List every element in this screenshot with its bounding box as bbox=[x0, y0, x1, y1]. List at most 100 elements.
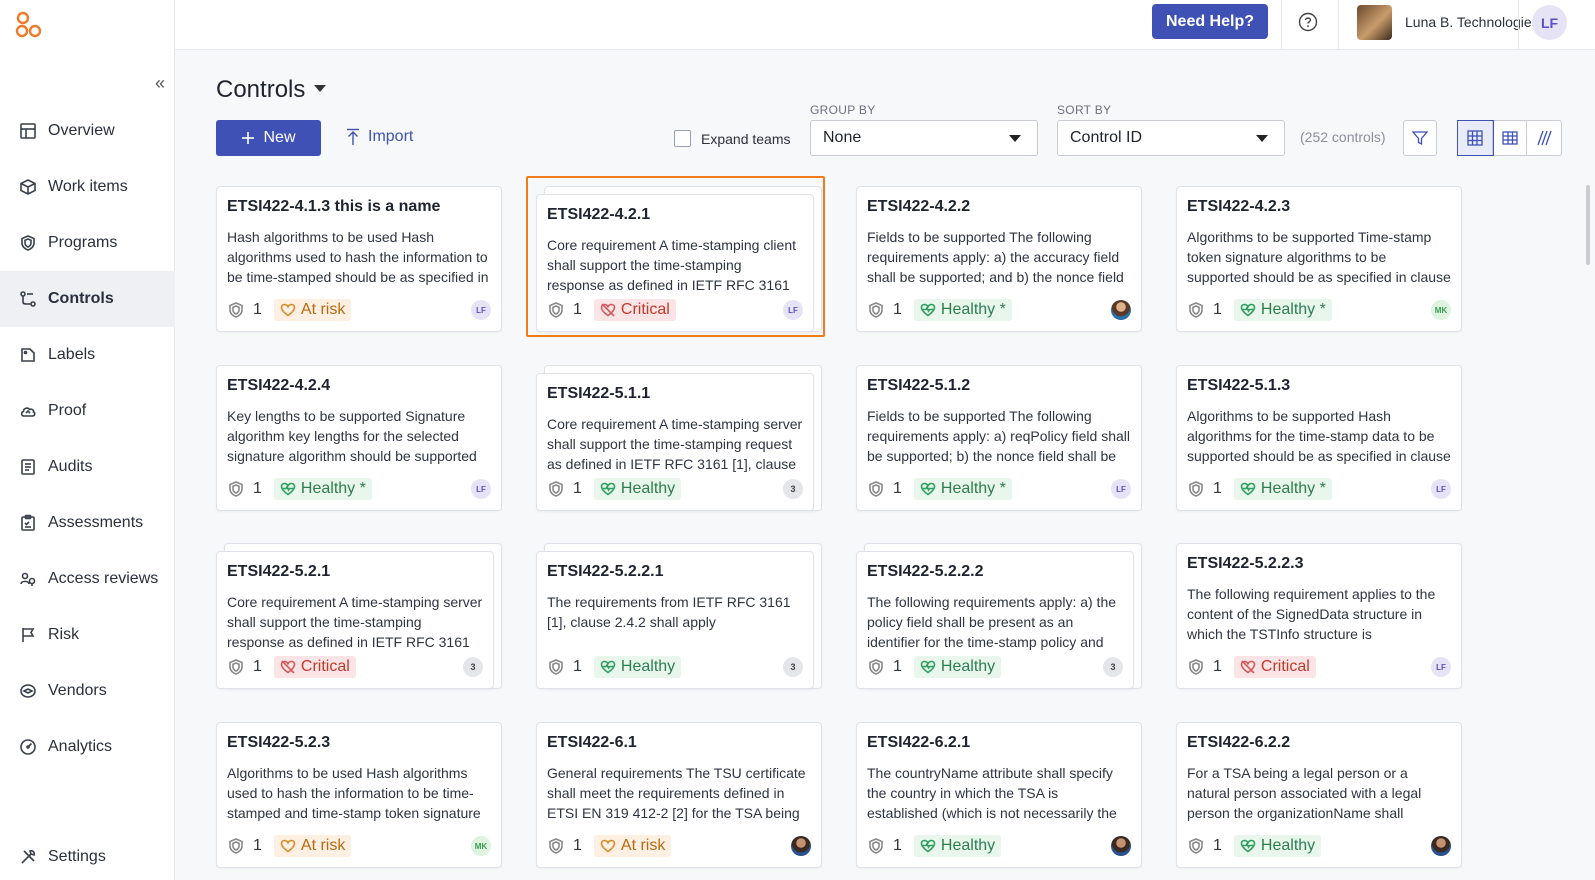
owner-avatar[interactable] bbox=[1431, 836, 1451, 856]
filter-button[interactable] bbox=[1403, 120, 1437, 156]
expand-teams-toggle[interactable]: Expand teams bbox=[674, 130, 791, 147]
card-view-button[interactable] bbox=[1457, 120, 1494, 156]
control-id[interactable]: ETSI422-4.1.3 this is a name bbox=[227, 198, 440, 216]
status-badge[interactable]: At risk bbox=[273, 299, 352, 321]
sidebar-item-risk[interactable]: Risk bbox=[0, 607, 175, 663]
owner-team-count[interactable]: 3 bbox=[783, 479, 803, 499]
control-card-body[interactable]: ETSI422-6.2.2 For a TSA being a legal per… bbox=[1176, 722, 1462, 868]
control-card-body[interactable]: ETSI422-5.2.2.3 The following requirement… bbox=[1176, 543, 1462, 689]
group-by-select[interactable]: None bbox=[810, 120, 1038, 156]
owner-avatar[interactable] bbox=[1111, 300, 1131, 320]
control-id[interactable]: ETSI422-6.1 bbox=[547, 734, 637, 752]
list-view-button[interactable] bbox=[1527, 121, 1561, 155]
control-card-body[interactable]: ETSI422-6.1 General requirements The TSU … bbox=[536, 722, 822, 868]
control-card-body[interactable]: ETSI422-4.1.3 this is a name Hash algorit… bbox=[216, 186, 502, 332]
status-badge[interactable]: Healthy * bbox=[273, 478, 372, 500]
sidebar-item-vendors[interactable]: Vendors bbox=[0, 663, 175, 719]
owner-avatar[interactable] bbox=[1111, 836, 1131, 856]
status-badge[interactable]: Critical bbox=[1233, 656, 1316, 678]
control-id[interactable]: ETSI422-5.2.2.1 bbox=[547, 563, 664, 581]
control-id[interactable]: ETSI422-5.1.3 bbox=[1187, 377, 1290, 395]
sidebar-item-programs[interactable]: Programs bbox=[0, 215, 175, 271]
sidebar-item-work-items[interactable]: Work items bbox=[0, 159, 175, 215]
control-card-body[interactable]: ETSI422-4.2.4 Key lengths to be supported… bbox=[216, 365, 502, 511]
app-logo-icon[interactable] bbox=[14, 10, 44, 40]
scrollbar[interactable] bbox=[1586, 185, 1590, 265]
status-badge[interactable]: At risk bbox=[273, 835, 352, 857]
control-id[interactable]: ETSI422-4.2.4 bbox=[227, 377, 330, 395]
control-card[interactable]: ETSI422-5.1.1 Core requirement A time-sta… bbox=[536, 365, 822, 511]
new-button[interactable]: New bbox=[216, 120, 321, 156]
control-id[interactable]: ETSI422-5.2.1 bbox=[227, 563, 330, 581]
control-card[interactable]: ETSI422-5.1.3 Algorithms to be supported … bbox=[1176, 365, 1462, 511]
status-badge[interactable]: Critical bbox=[593, 299, 676, 321]
sidebar-item-proof[interactable]: Proof bbox=[0, 383, 175, 439]
control-card-body[interactable]: ETSI422-4.2.2 Fields to be supported The … bbox=[856, 186, 1142, 332]
owner-team-count[interactable]: 3 bbox=[783, 657, 803, 677]
sidebar-item-access-reviews[interactable]: Access reviews bbox=[0, 551, 175, 607]
org-avatar[interactable] bbox=[1357, 5, 1392, 40]
owner-avatar[interactable] bbox=[791, 836, 811, 856]
control-id[interactable]: ETSI422-6.2.2 bbox=[1187, 734, 1290, 752]
user-avatar[interactable]: LF bbox=[1532, 5, 1567, 40]
need-help-button[interactable]: Need Help? bbox=[1152, 4, 1268, 39]
control-card[interactable]: ETSI422-5.2.3 Algorithms to be used Hash … bbox=[216, 722, 502, 868]
sidebar-item-audits[interactable]: Audits bbox=[0, 439, 175, 495]
control-card-body[interactable]: ETSI422-5.1.3 Algorithms to be supported … bbox=[1176, 365, 1462, 511]
table-view-button[interactable] bbox=[1493, 121, 1528, 155]
control-card[interactable]: ETSI422-5.1.2 Fields to be supported The … bbox=[856, 365, 1142, 511]
control-card[interactable]: ETSI422-4.2.2 Fields to be supported The … bbox=[856, 186, 1142, 332]
owner-avatar[interactable]: MK bbox=[471, 836, 491, 856]
expand-teams-checkbox[interactable] bbox=[674, 130, 691, 147]
owner-avatar[interactable]: LF bbox=[1431, 479, 1451, 499]
control-card[interactable]: ETSI422-4.2.3 Algorithms to be supported … bbox=[1176, 186, 1462, 332]
status-badge[interactable]: Healthy bbox=[1233, 835, 1322, 857]
owner-team-count[interactable]: 3 bbox=[463, 657, 483, 677]
status-badge[interactable]: Healthy bbox=[913, 835, 1002, 857]
control-card[interactable]: ETSI422-5.2.2.3 The following requirement… bbox=[1176, 543, 1462, 689]
status-badge[interactable]: Healthy bbox=[913, 656, 1002, 678]
status-badge[interactable]: Critical bbox=[273, 656, 356, 678]
control-id[interactable]: ETSI422-6.2.1 bbox=[867, 734, 970, 752]
status-badge[interactable]: Healthy * bbox=[1233, 299, 1332, 321]
control-id[interactable]: ETSI422-5.2.2.3 bbox=[1187, 555, 1304, 573]
status-badge[interactable]: Healthy bbox=[593, 656, 682, 678]
sidebar-item-assessments[interactable]: Assessments bbox=[0, 495, 175, 551]
owner-team-count[interactable]: 3 bbox=[1103, 657, 1123, 677]
status-badge[interactable]: Healthy * bbox=[913, 478, 1012, 500]
owner-avatar[interactable]: LF bbox=[471, 300, 491, 320]
control-id[interactable]: ETSI422-4.2.3 bbox=[1187, 198, 1290, 216]
owner-avatar[interactable]: LF bbox=[471, 479, 491, 499]
control-id[interactable]: ETSI422-4.2.1 bbox=[547, 206, 650, 224]
sidebar-item-labels[interactable]: Labels bbox=[0, 327, 175, 383]
control-id[interactable]: ETSI422-4.2.2 bbox=[867, 198, 970, 216]
owner-avatar[interactable]: LF bbox=[1111, 479, 1131, 499]
control-card[interactable]: ETSI422-4.1.3 this is a name Hash algorit… bbox=[216, 186, 502, 332]
control-card-body[interactable]: ETSI422-5.2.2.2 The following requirement… bbox=[856, 551, 1134, 689]
control-card-body[interactable]: ETSI422-6.2.1 The countryName attribute s… bbox=[856, 722, 1142, 868]
sidebar-item-overview[interactable]: Overview bbox=[0, 103, 175, 159]
help-question-icon[interactable] bbox=[1298, 12, 1318, 32]
control-card-body[interactable]: ETSI422-5.2.2.1 The requirements from IET… bbox=[536, 551, 814, 689]
control-card[interactable]: ETSI422-5.2.2.1 The requirements from IET… bbox=[536, 543, 822, 689]
owner-avatar[interactable]: LF bbox=[783, 300, 803, 320]
control-card[interactable]: ETSI422-5.2.1 Core requirement A time-sta… bbox=[216, 543, 502, 689]
collapse-sidebar-button[interactable]: « bbox=[155, 74, 171, 92]
control-card[interactable]: ETSI422-6.1 General requirements The TSU … bbox=[536, 722, 822, 868]
status-badge[interactable]: At risk bbox=[593, 835, 672, 857]
control-card-body[interactable]: ETSI422-5.1.1 Core requirement A time-sta… bbox=[536, 373, 814, 511]
control-card-body[interactable]: ETSI422-5.2.1 Core requirement A time-sta… bbox=[216, 551, 494, 689]
control-id[interactable]: ETSI422-5.2.3 bbox=[227, 734, 330, 752]
status-badge[interactable]: Healthy bbox=[593, 478, 682, 500]
control-id[interactable]: ETSI422-5.1.2 bbox=[867, 377, 970, 395]
chevron-down-icon[interactable] bbox=[314, 85, 326, 92]
control-card[interactable]: ETSI422-6.2.1 The countryName attribute s… bbox=[856, 722, 1142, 868]
control-card-body[interactable]: ETSI422-5.2.3 Algorithms to be used Hash … bbox=[216, 722, 502, 868]
owner-avatar[interactable]: MK bbox=[1431, 300, 1451, 320]
status-badge[interactable]: Healthy * bbox=[913, 299, 1012, 321]
control-card-body[interactable]: ETSI422-5.1.2 Fields to be supported The … bbox=[856, 365, 1142, 511]
sort-by-select[interactable]: Control ID bbox=[1057, 120, 1285, 156]
control-id[interactable]: ETSI422-5.1.1 bbox=[547, 385, 650, 403]
status-badge[interactable]: Healthy * bbox=[1233, 478, 1332, 500]
sidebar-item-settings[interactable]: Settings bbox=[0, 829, 175, 880]
